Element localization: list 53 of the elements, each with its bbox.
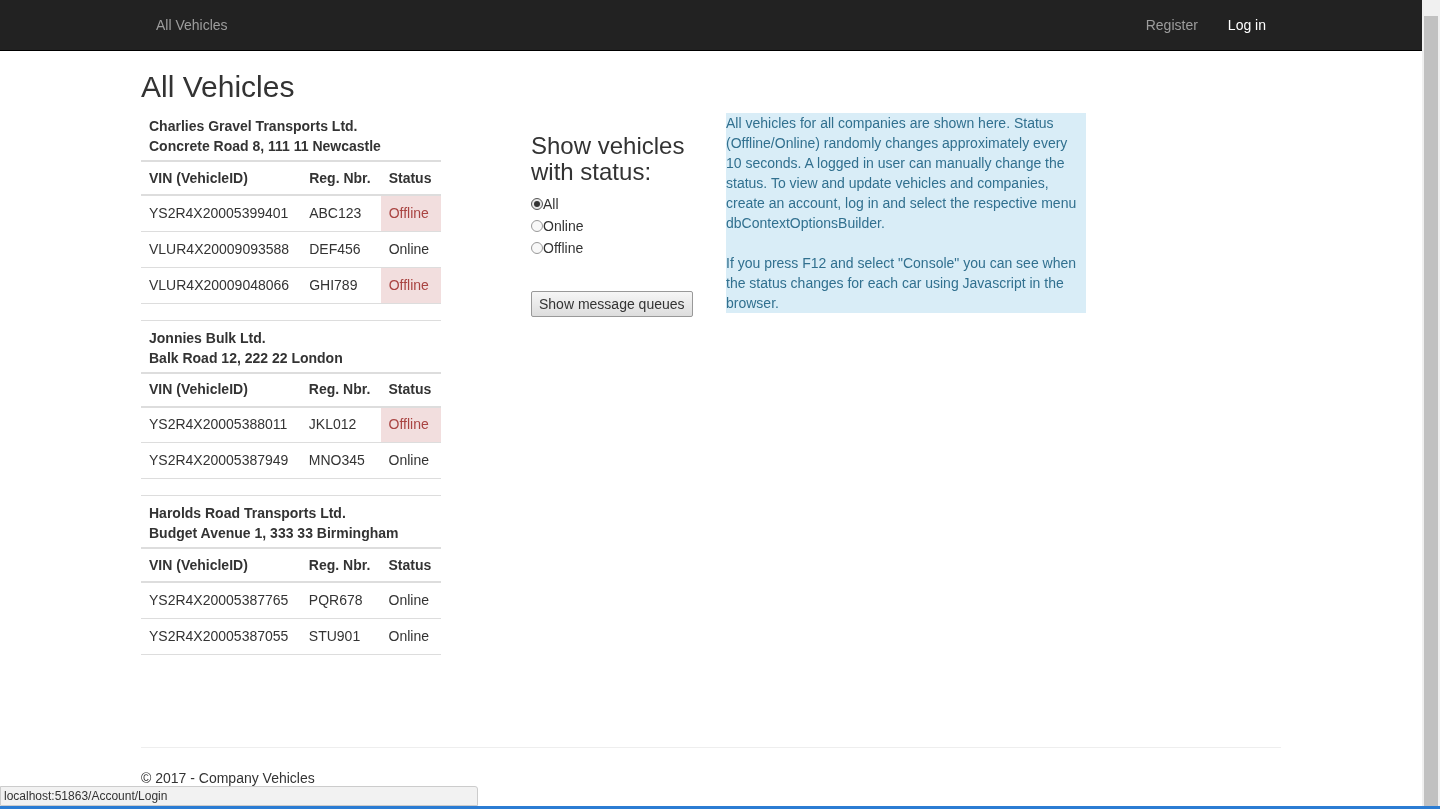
table-cell: DEF456 [301,231,381,267]
radio-label[interactable]: Online [543,215,584,237]
status-cell: Online [380,442,441,479]
page-heading: All Vehicles [141,69,296,105]
column-header: Reg. Nbr. [300,372,381,407]
company-name: Jonnies Bulk Ltd. [149,328,267,348]
company-address: Balk Road 12, 222 22 London [149,348,344,368]
status-cell: Online [380,582,441,618]
status-url: localhost:51863/Account/Login [0,786,478,806]
status-cell: Offline [380,267,441,303]
radio-button[interactable] [531,242,543,254]
column-header: Reg. Nbr. [300,548,381,582]
scrollbar-thumb[interactable] [1424,16,1438,809]
table-cell: ABC123 [301,195,381,231]
table-cell: YS2R4X20005387055 [141,618,301,654]
table-cell: MNO345 [300,442,381,479]
radio-button[interactable] [531,220,543,232]
company-address: Concrete Road 8, 111 11 Newcastle [149,137,382,156]
radio-label[interactable]: Offline [543,237,584,259]
nav-link[interactable]: Log in [1212,14,1281,36]
column-header: Status [380,372,441,407]
table-cell: YS2R4X20005387949 [141,442,301,479]
column-header: VIN (VehicleID) [141,372,301,407]
table-cell: VLUR4X20009093588 [141,231,302,267]
table-cell: JKL012 [300,406,381,443]
table-cell: STU901 [300,618,381,654]
status-cell: Online [380,618,441,654]
status-cell: Online [380,231,441,267]
show-queues-button[interactable]: Show message queues [531,291,693,317]
company-address: Budget Avenue 1, 333 33 Birmingham [149,524,400,543]
table-cell: GHI789 [301,267,381,303]
status-cell: Offline [380,195,441,231]
table-cell: YS2R4X20005388011 [141,406,301,443]
table-cell: VLUR4X20009048066 [141,267,302,303]
company-name: Charlies Gravel Transports Ltd. [149,117,359,136]
nav-link[interactable]: Register [1130,14,1213,36]
table-cell: YS2R4X20005399401 [141,195,302,231]
table-cell: YS2R4X20005387765 [141,582,301,618]
column-header: Status [380,161,441,195]
table-cell: PQR678 [300,582,381,618]
company-name: Harolds Road Transports Ltd. [149,504,347,523]
radio-button[interactable] [531,198,543,210]
status-cell: Offline [380,406,441,443]
column-header: VIN (VehicleID) [141,548,301,582]
footer-text: © 2017 - Company Vehicles [141,769,316,788]
info-paragraph: All vehicles for all companies are shown here. Status (Offline/Online) randomly changes approximately every 10 seconds. A logged in user can manually change the status. To view and update vehicles and companies, create an account, log in and select the respective menu dbContextOptionsBuilder. [726,114,1078,233]
column-header: Status [380,548,441,582]
brand-link[interactable]: All Vehicles [141,14,243,36]
radio-label[interactable]: All [543,193,559,215]
filter-title: Show vehicles with status: [531,133,686,185]
column-header: Reg. Nbr. [301,161,381,195]
info-paragraph: If you press F12 and select "Console" you can see when the status changes for each car using Javascript in the browser. [726,254,1078,313]
column-header: VIN (VehicleID) [141,161,302,195]
